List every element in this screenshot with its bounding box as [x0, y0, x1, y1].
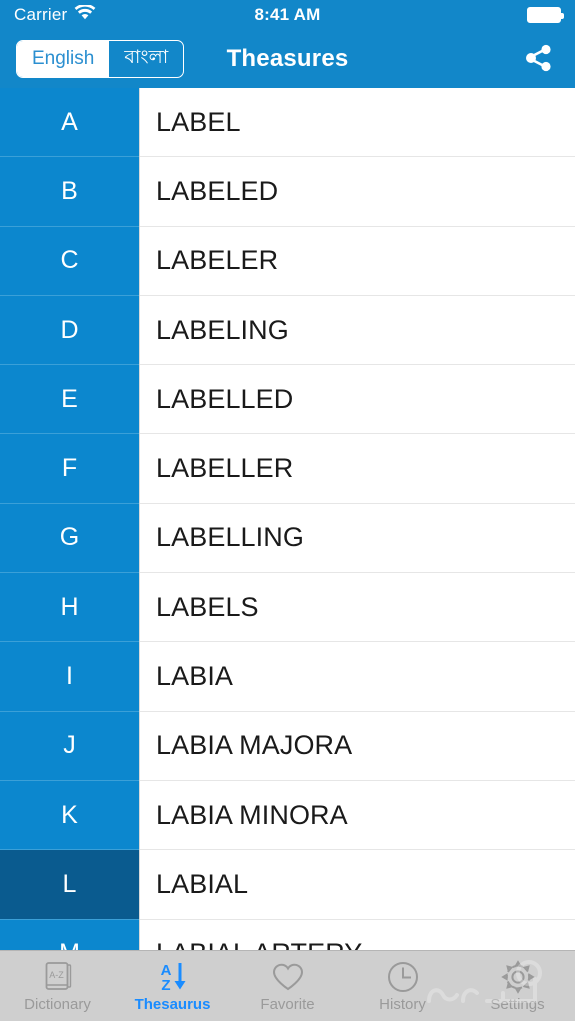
tab-label-dictionary: Dictionary: [24, 995, 91, 1013]
alphabet-index-rail[interactable]: ABCDEFGHIJKLM: [0, 88, 139, 950]
word-list-item[interactable]: LABELS: [140, 573, 575, 643]
tab-label-favorite: Favorite: [260, 995, 315, 1013]
svg-text:A-Z: A-Z: [49, 970, 64, 980]
word-list-item[interactable]: LABIAL: [140, 850, 575, 920]
word-list-item[interactable]: LABELER: [140, 227, 575, 296]
alphabet-item-b[interactable]: B: [0, 157, 139, 227]
tab-label-history: History: [379, 995, 426, 1013]
alphabet-item-l[interactable]: L: [0, 850, 139, 920]
alphabet-item-a[interactable]: A: [0, 88, 139, 158]
clock-icon: [386, 960, 420, 994]
status-bar: Carrier 8:41 AM: [0, 0, 575, 30]
word-list[interactable]: LABEL LABELED LABELER LABELING LABELLED LABEL…: [139, 88, 575, 950]
word-list-item[interactable]: LABIA MAJORA: [140, 712, 575, 781]
status-bar-right: [527, 7, 564, 23]
carrier-label: Carrier: [14, 5, 68, 24]
battery-full-icon: [527, 7, 564, 23]
word-list-item[interactable]: LABELLING: [140, 504, 575, 574]
alphabet-item-c[interactable]: C: [0, 227, 139, 296]
alphabet-item-h[interactable]: H: [0, 573, 139, 643]
status-bar-left: Carrier: [14, 3, 96, 26]
main-content: ABCDEFGHIJKLM LABELLABELEDLABELERLABELIN…: [0, 88, 575, 950]
tab-favorite[interactable]: Favorite: [230, 951, 345, 1021]
word-list-item[interactable]: LABIAL ARTERY: [140, 920, 575, 950]
alphabet-item-f[interactable]: F: [0, 434, 139, 504]
wifi-icon: [74, 3, 96, 26]
share-button[interactable]: [519, 39, 559, 79]
word-list-item[interactable]: LABELLED: [140, 365, 575, 435]
word-list-item[interactable]: LABELLER: [140, 434, 575, 504]
alphabet-item-m[interactable]: M: [0, 920, 139, 950]
tab-label-settings: Settings: [490, 995, 545, 1013]
tab-thesaurus[interactable]: A Z Thesaurus: [115, 951, 230, 1021]
heart-icon: [271, 960, 305, 994]
alphabet-item-e[interactable]: E: [0, 365, 139, 435]
alphabet-item-j[interactable]: J: [0, 712, 139, 781]
word-list-item[interactable]: LABEL: [140, 88, 575, 158]
language-segmented-control[interactable]: English বাংলা: [16, 40, 185, 78]
word-list-item[interactable]: LABIA MINORA: [140, 781, 575, 851]
tab-history[interactable]: History: [345, 951, 460, 1021]
alphabet-item-d[interactable]: D: [0, 296, 139, 366]
tab-label-thesaurus: Thesaurus: [134, 995, 211, 1013]
app-root: Carrier 8:41 AM English বাংলা Theasures: [0, 0, 575, 1021]
nav-bar: English বাংলা Theasures: [0, 30, 575, 88]
word-list-item[interactable]: LABELING: [140, 296, 575, 366]
tab-settings[interactable]: Settings: [460, 951, 575, 1021]
svg-text:Z: Z: [161, 977, 170, 994]
alphabet-item-k[interactable]: K: [0, 781, 139, 851]
word-list-item[interactable]: LABELED: [140, 157, 575, 227]
tab-bar: A-Z Dictionary A Z Thesaurus Favorite Hi…: [0, 950, 575, 1021]
sort-az-down-icon: A Z: [154, 960, 192, 994]
tab-dictionary[interactable]: A-Z Dictionary: [0, 951, 115, 1021]
segment-bangla[interactable]: বাংলা: [109, 41, 183, 77]
word-list-item[interactable]: LABIA: [140, 642, 575, 712]
alphabet-item-i[interactable]: I: [0, 642, 139, 712]
alphabet-item-g[interactable]: G: [0, 504, 139, 574]
share-icon: [524, 44, 554, 75]
book-az-icon: A-Z: [43, 960, 73, 994]
gear-icon: [500, 959, 535, 994]
segment-english[interactable]: English: [17, 41, 110, 77]
